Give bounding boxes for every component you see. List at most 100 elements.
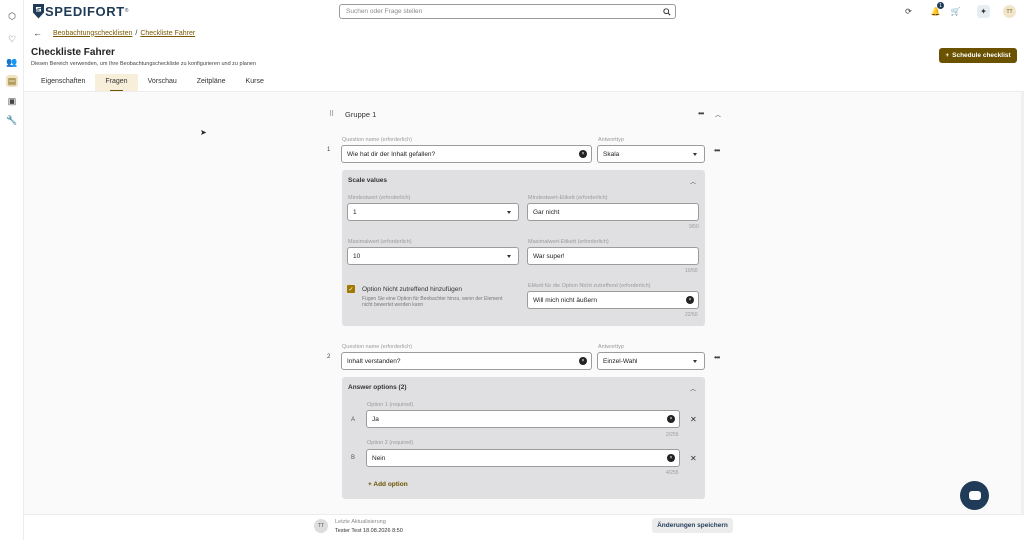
tab-kurse[interactable]: Kurse (236, 74, 274, 91)
last-update-label: Letzte Aktualisierung (335, 519, 386, 525)
logo[interactable]: SPEDIFORT ® (33, 3, 128, 19)
tab-zeitplaene[interactable]: Zeitpläne (187, 74, 236, 91)
q1-more-icon[interactable]: ••• (714, 146, 720, 155)
last-update-value: Tester Test 18.08.2026 8:50 (335, 528, 403, 534)
answer-options-title: Answer options (2) (348, 384, 407, 391)
q1-type-value: Skala (603, 150, 620, 158)
option-letter: B (351, 455, 356, 461)
add-option-label: Add option (373, 481, 408, 488)
q2-type-value: Einzel-Wahl (603, 357, 638, 365)
tab-fragen[interactable]: Fragen (95, 74, 138, 91)
clear-icon[interactable]: × (579, 357, 587, 365)
tab-eigenschaften[interactable]: Eigenschaften (31, 74, 95, 91)
option-a-field[interactable]: Ja × (366, 410, 680, 428)
na-checkbox[interactable]: ✓ (347, 285, 355, 293)
breadcrumb-current[interactable]: Checkliste Fahrer (140, 30, 195, 37)
sidebar: ⬡ ♡ 👥 ▤ ▣ 🔧 (0, 0, 24, 540)
notification-badge: 1 (937, 2, 944, 9)
answer-collapse-icon[interactable]: ︿ (690, 384, 696, 393)
na-tag-label: Etikett für die Option Nicht zutreffend … (528, 283, 651, 289)
ai-sparkle-icon[interactable]: ✦ (977, 5, 990, 18)
option-value: Nein (372, 454, 386, 462)
search-placeholder: Suchen oder Frage stellen (346, 8, 423, 15)
option-letter: A (351, 417, 356, 423)
scale-collapse-icon[interactable]: ︿ (690, 177, 696, 186)
q1-name-field[interactable]: Wie hat dir der Inhalt gefallen? × (341, 145, 592, 163)
remove-option-icon[interactable]: ✕ (690, 454, 697, 463)
na-checkbox-label: Option Nicht zutreffend hinzufügen (362, 286, 462, 293)
chevron-down-icon (693, 360, 697, 363)
search-icon[interactable] (663, 8, 671, 16)
add-option-button[interactable]: + Add option (368, 481, 408, 488)
question-number: 2 (327, 354, 331, 360)
footer-avatar: TT (314, 519, 328, 533)
schedule-checklist-button[interactable]: + Schedule checklist (939, 48, 1017, 63)
option-value: Ja (372, 415, 379, 423)
back-arrow-icon[interactable]: ← (33, 28, 42, 38)
group-more-icon[interactable]: ••• (698, 109, 704, 118)
logo-text: SPEDIFORT (45, 3, 125, 19)
na-tag-counter: 22/50 (685, 312, 698, 318)
avatar[interactable]: TT (1003, 5, 1016, 18)
q2-name-label: Question name (erforderlich) (342, 344, 413, 350)
search-input[interactable]: Suchen oder Frage stellen (339, 4, 676, 19)
breadcrumb: ← Beobachtungschecklisten / Checkliste F… (33, 28, 195, 38)
max-tag-counter: 10/50 (685, 268, 698, 274)
min-tag-value: Gar nicht (533, 208, 560, 216)
breadcrumb-separator: / (135, 29, 138, 37)
min-tag-counter: 9/50 (689, 224, 699, 230)
chat-button[interactable] (960, 481, 989, 510)
refresh-icon[interactable]: ⟳ (903, 6, 914, 17)
tab-vorschau[interactable]: Vorschau (138, 74, 187, 91)
cube-icon[interactable]: ⬡ (6, 10, 18, 22)
option-label: Option 1 (required) (367, 402, 414, 408)
tab-bar: Eigenschaften Fragen Vorschau Zeitpläne … (31, 74, 274, 91)
q1-type-select[interactable]: Skala (597, 145, 705, 163)
group-title: Gruppe 1 (345, 110, 377, 119)
clear-icon[interactable]: × (579, 150, 587, 158)
min-tag-label: Mindestwert-Etikett (erforderlich) (528, 195, 608, 201)
chevron-down-icon (507, 255, 511, 258)
remove-option-icon[interactable]: ✕ (690, 415, 697, 424)
min-value-select[interactable]: 1 (347, 203, 519, 221)
q2-type-select[interactable]: Einzel-Wahl (597, 352, 705, 370)
max-label: Maximalwert (erforderlich) (348, 239, 412, 245)
q2-name-field[interactable]: Inhalt verstanden? × (341, 352, 592, 370)
chevron-down-icon (693, 153, 697, 156)
plus-icon: + (945, 52, 950, 59)
max-tag-label: Maximalwert-Etikett (erforderlich) (528, 239, 609, 245)
min-value: 1 (353, 208, 357, 216)
max-tag-field[interactable]: War super! (527, 247, 699, 265)
plus-icon: + (368, 481, 372, 488)
page-subtitle: Diesen Bereich verwenden, um Ihre Beobac… (31, 61, 257, 67)
drag-handle-icon[interactable]: ⠿ (329, 110, 334, 118)
na-help-text: Fügen Sie eine Option für Beobachter hin… (362, 296, 503, 308)
max-tag-value: War super! (533, 252, 565, 260)
chevron-down-icon (507, 211, 511, 214)
users-icon[interactable]: 👥 (6, 56, 18, 68)
na-tag-field[interactable]: Will mich nicht äußern × (527, 291, 699, 309)
cart-icon[interactable]: 🛒 (950, 6, 961, 17)
wrench-icon[interactable]: 🔧 (6, 114, 18, 126)
logo-mark-icon (33, 3, 44, 19)
clear-icon[interactable]: × (686, 296, 694, 304)
q2-type-label: Antworttyp (598, 344, 624, 350)
report-icon[interactable]: ▣ (6, 95, 18, 107)
save-changes-button[interactable]: Änderungen speichern (652, 518, 733, 533)
group-collapse-icon[interactable]: ︿ (715, 110, 721, 119)
mouse-cursor-icon: ➤ (200, 128, 207, 137)
question-number: 1 (327, 147, 331, 153)
option-b-field[interactable]: Nein × (366, 449, 680, 467)
bell-icon[interactable]: 🔔 1 (930, 2, 944, 17)
clear-icon[interactable]: × (667, 415, 675, 423)
footer (24, 514, 1024, 540)
max-value-select[interactable]: 10 (347, 247, 519, 265)
folder-icon[interactable]: ▤ (6, 75, 18, 87)
q1-name-label: Question name (erforderlich) (342, 137, 413, 143)
logo-registered: ® (124, 8, 129, 14)
q2-more-icon[interactable]: ••• (714, 353, 720, 362)
clear-icon[interactable]: × (667, 454, 675, 462)
breadcrumb-checklists[interactable]: Beobachtungschecklisten (53, 30, 132, 37)
min-tag-field[interactable]: Gar nicht (527, 203, 699, 221)
heart-icon[interactable]: ♡ (6, 33, 18, 45)
